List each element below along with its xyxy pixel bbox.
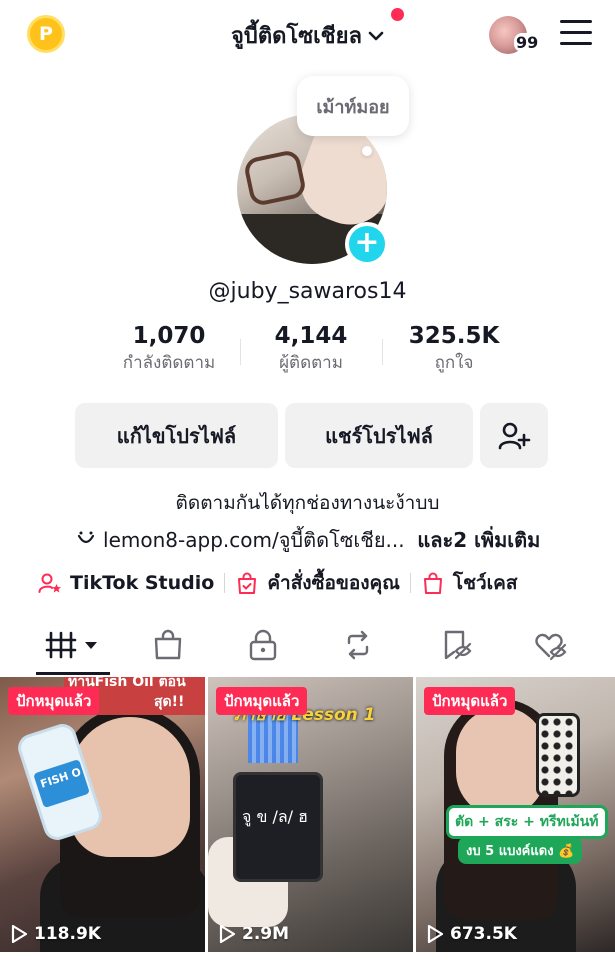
view-count: 2.9M — [218, 924, 289, 944]
share-profile-button[interactable]: แชร์โปรไฟล์ — [285, 403, 473, 468]
creator-star-icon — [38, 573, 61, 593]
view-count: 673.5K — [426, 924, 517, 944]
edit-profile-button[interactable]: แก้ไขโปรไฟล์ — [75, 403, 278, 468]
orders-label: คำสั่งซื้อของคุณ — [267, 572, 400, 594]
phone-image — [536, 713, 580, 797]
order-bag-icon — [238, 572, 257, 594]
add-friends-button[interactable] — [480, 403, 548, 468]
shortcut-row: TikTok Studio คำสั่งซื้อของคุณ โชว์เคส — [38, 568, 517, 598]
tablet-image: จู ข /ล/ ฮ — [233, 772, 323, 882]
username: @juby_sawaros14 — [208, 279, 407, 304]
tiktok-studio-label: TikTok Studio — [70, 572, 215, 594]
video-thumbnail[interactable]: FISH O ทานFish Oil ตอนไหน สุด!! ปักหมุดแ… — [0, 677, 205, 952]
following-label: กำลังติดตาม — [122, 353, 216, 373]
pinned-badge: ปักหมุดแล้ว — [216, 687, 308, 715]
play-icon — [219, 924, 236, 944]
video-caption: สุด!! — [150, 691, 189, 713]
favorites-icon — [444, 630, 472, 660]
video-thumbnail[interactable]: จู ข /ล/ ฮ ภาษาย Lesson 1 ปักหมุดแล้ว 2.… — [208, 677, 413, 952]
play-icon — [427, 924, 444, 944]
profile-link[interactable]: lemon8-app.com/จูบี้ติดโซเชีย... — [103, 528, 405, 552]
followers-stat[interactable]: 4,144 ผู้ติดตาม — [246, 323, 376, 376]
notification-count-badge: 99 — [514, 33, 541, 52]
profile-link-row[interactable]: lemon8-app.com/จูบี้ติดโซเชีย... และ2 เพ… — [0, 524, 615, 556]
divider — [224, 573, 226, 593]
stat-divider — [240, 339, 241, 365]
video-thumbnail[interactable]: ตัด + สระ + ทรีทเม้นท์ งบ 5 แบงค์แดง 💰 ป… — [416, 677, 615, 952]
chevron-down-icon — [368, 31, 384, 40]
active-tab-indicator — [36, 672, 110, 675]
add-user-icon — [498, 422, 531, 449]
video-caption: ตัด + สระ + ทรีทเม้นท์ — [446, 805, 608, 839]
video-grid: FISH O ทานFish Oil ตอนไหน สุด!! ปักหมุดแ… — [0, 677, 615, 960]
pinned-badge: ปักหมุดแล้ว — [424, 687, 516, 715]
lock-icon — [249, 629, 277, 661]
likes-count: 325.5K — [408, 323, 500, 349]
add-story-button[interactable]: + — [345, 222, 389, 266]
bio-text: ติดตามกันได้ทุกช่องทางนะง้าบบ — [175, 492, 440, 514]
followers-label: ผู้ติดตาม — [279, 353, 343, 373]
grid-icon — [45, 631, 97, 659]
following-count: 1,070 — [132, 323, 206, 349]
notification-dot — [391, 8, 404, 21]
plus-icon: + — [354, 224, 380, 260]
repost-icon — [347, 630, 369, 660]
account-title[interactable]: จูบี้ติดโซเชียล — [230, 8, 404, 53]
tab-shop[interactable] — [138, 628, 198, 662]
bag-icon — [154, 629, 182, 660]
note-bubble-tail — [362, 146, 372, 156]
following-stat[interactable]: 1,070 กำลังติดตาม — [104, 323, 234, 376]
play-icon — [11, 924, 28, 944]
orders-link[interactable]: คำสั่งซื้อของคุณ — [235, 568, 400, 598]
link-icon — [77, 531, 94, 544]
showcase-label: โชว์เคส — [452, 572, 518, 594]
more-links[interactable]: และ2 เพิ่มเติม — [417, 528, 540, 552]
note-bubble[interactable]: เม้าท์มอย — [297, 76, 409, 136]
video-caption: งบ 5 แบงค์แดง 💰 — [458, 837, 583, 864]
content-tabs — [0, 620, 615, 676]
tiktok-studio-link[interactable]: TikTok Studio — [38, 571, 214, 595]
likes-stat[interactable]: 325.5K ถูกใจ — [389, 323, 519, 376]
tab-favorites[interactable] — [426, 628, 486, 662]
account-name: จูบี้ติดโซเชียล — [230, 24, 362, 49]
view-count: 118.9K — [10, 924, 101, 944]
showcase-bag-icon — [423, 572, 442, 594]
top-bar: P จูบี้ติดโซเชียล 99 — [0, 0, 615, 70]
tab-liked[interactable] — [520, 628, 580, 662]
likes-label: ถูกใจ — [434, 353, 474, 373]
tab-private[interactable] — [233, 628, 293, 662]
pinned-badge: ปักหมุดแล้ว — [8, 687, 100, 715]
profile-stats: 1,070 กำลังติดตาม 4,144 ผู้ติดตาม 325.5K… — [0, 323, 615, 383]
followers-count: 4,144 — [274, 323, 348, 349]
divider — [409, 573, 411, 593]
showcase-link[interactable]: โชว์เคส — [421, 568, 518, 598]
tab-videos[interactable] — [36, 628, 110, 662]
liked-icon — [535, 633, 567, 661]
hamburger-menu-icon[interactable] — [560, 20, 592, 46]
note-text: เม้าท์มอย — [316, 96, 390, 118]
tab-reposts[interactable] — [328, 628, 388, 662]
stat-divider — [382, 339, 383, 365]
